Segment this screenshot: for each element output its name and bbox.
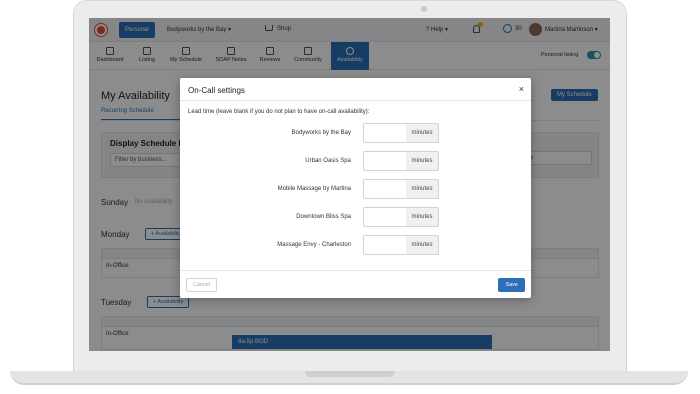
lead-time-row: Urban Oasis Spa minutes (180, 151, 531, 171)
minutes-addon: minutes (406, 235, 439, 255)
business-label: Urban Oasis Spa (305, 158, 351, 164)
lead-time-row: Downtown Bliss Spa minutes (180, 207, 531, 227)
modal-title: On-Call settings (188, 86, 245, 95)
close-icon[interactable]: × (519, 84, 524, 94)
lead-time-input[interactable] (363, 207, 407, 227)
business-label: Bodyworks by the Bay (291, 130, 351, 136)
cancel-button[interactable]: Cancel (186, 278, 218, 292)
business-label: Massage Envy - Charleston (277, 242, 351, 248)
business-label: Downtown Bliss Spa (296, 214, 351, 220)
save-button[interactable]: Save (498, 278, 525, 292)
business-label: Mobile Massage by Martina (277, 186, 351, 192)
screen: Personal Bodyworks by the Bay ▾ Shop ? H… (89, 18, 610, 351)
lead-time-input[interactable] (363, 179, 407, 199)
modal-footer: Cancel Save (180, 270, 531, 298)
lead-time-input[interactable] (363, 123, 407, 143)
lead-time-row: Massage Envy - Charleston minutes (180, 235, 531, 255)
on-call-settings-modal: On-Call settings × Lead time (leave blan… (180, 78, 531, 298)
lead-time-input[interactable] (363, 235, 407, 255)
minutes-addon: minutes (406, 179, 439, 199)
lead-time-row: Mobile Massage by Martina minutes (180, 179, 531, 199)
laptop-notch (305, 371, 395, 377)
minutes-addon: minutes (406, 207, 439, 227)
lead-time-instructions: Lead time (leave blank if you do not pla… (188, 109, 370, 115)
modal-header: On-Call settings × (180, 78, 531, 101)
camera-icon (421, 6, 427, 12)
lead-time-input[interactable] (363, 151, 407, 171)
lead-time-row: Bodyworks by the Bay minutes (180, 123, 531, 143)
minutes-addon: minutes (406, 123, 439, 143)
minutes-addon: minutes (406, 151, 439, 171)
